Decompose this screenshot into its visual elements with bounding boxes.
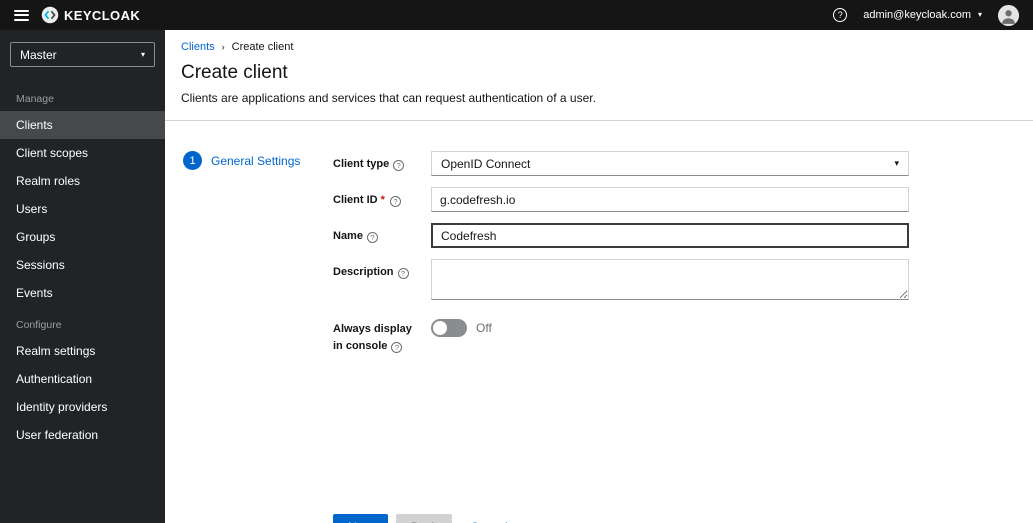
required-indicator: *: [380, 194, 385, 206]
always-display-toggle-wrap: Off: [431, 316, 909, 337]
sidebar-nav: Master ▾ Manage Clients Client scopes Re…: [0, 30, 165, 523]
sidebar-item-clients[interactable]: Clients: [0, 111, 165, 139]
create-client-form: Client type? OpenID Connect ▾ Client ID *…: [333, 151, 909, 523]
keycloak-logo-icon: [41, 6, 59, 24]
sidebar-item-client-scopes[interactable]: Client scopes: [0, 139, 165, 167]
sidebar-item-realm-settings[interactable]: Realm settings: [0, 337, 165, 365]
description-label: Description?: [333, 259, 431, 305]
client-id-input[interactable]: [431, 187, 909, 212]
question-circle-icon[interactable]: ?: [366, 232, 378, 244]
keycloak-admin-console: KEYCLOAK ? admin@keycloak.com ▾ Master ▾…: [0, 0, 1033, 523]
realm-selector[interactable]: Master ▾: [10, 42, 155, 67]
breadcrumb-current: Create client: [231, 41, 294, 53]
page-header: Clients › Create client Create client Cl…: [165, 30, 1033, 121]
user-avatar-icon[interactable]: [998, 4, 1019, 26]
question-circle-icon[interactable]: ?: [393, 160, 405, 172]
wizard-actions: Next Back Cancel: [333, 514, 909, 523]
keycloak-brand[interactable]: KEYCLOAK: [41, 6, 140, 24]
name-row: Name?: [333, 223, 909, 248]
back-button[interactable]: Back: [395, 514, 453, 523]
step-number-badge: 1: [183, 151, 202, 170]
client-id-row: Client ID *?: [333, 187, 909, 212]
always-display-label: Always display in console?: [333, 323, 412, 353]
sidebar-item-events[interactable]: Events: [0, 279, 165, 307]
caret-down-icon: ▾: [140, 49, 145, 59]
help-icon[interactable]: ?: [833, 8, 848, 22]
sidebar-item-user-federation[interactable]: User federation: [0, 421, 165, 449]
always-display-toggle[interactable]: [431, 319, 467, 337]
step-label: General Settings: [211, 153, 301, 168]
user-email: admin@keycloak.com: [863, 9, 971, 21]
client-id-label: Client ID *?: [333, 187, 431, 212]
realm-selector-value: Master: [20, 47, 57, 62]
page-title: Create client: [181, 62, 288, 83]
hamburger-menu-icon[interactable]: [14, 9, 29, 21]
sidebar-item-sessions[interactable]: Sessions: [0, 251, 165, 279]
question-circle-icon[interactable]: ?: [397, 268, 409, 280]
question-circle-icon[interactable]: ?: [389, 196, 401, 208]
header-toolbar: ? admin@keycloak.com ▾: [833, 4, 1019, 26]
sidebar-item-identity-providers[interactable]: Identity providers: [0, 393, 165, 421]
caret-down-icon: ▾: [894, 158, 899, 168]
wizard-content: 1 General Settings Client type? OpenID C…: [165, 121, 1033, 523]
breadcrumb: Clients › Create client: [181, 41, 1017, 53]
sidebar-item-users[interactable]: Users: [0, 195, 165, 223]
description-textarea[interactable]: [431, 259, 909, 300]
page-subtitle: Clients are applications and services th…: [181, 91, 596, 105]
cancel-button[interactable]: Cancel: [466, 514, 511, 523]
next-button[interactable]: Next: [333, 514, 388, 523]
sidebar-item-authentication[interactable]: Authentication: [0, 365, 165, 393]
client-type-select[interactable]: OpenID Connect ▾: [431, 151, 909, 176]
breadcrumb-separator-icon: ›: [221, 42, 225, 52]
description-row: Description?: [333, 259, 909, 305]
nav-group-manage: Manage: [16, 93, 54, 105]
main-content: Clients › Create client Create client Cl…: [165, 30, 1033, 523]
brand-wordmark: KEYCLOAK: [64, 7, 141, 23]
always-display-row: Always display in console? Off: [333, 316, 909, 354]
sidebar-item-groups[interactable]: Groups: [0, 223, 165, 251]
breadcrumb-link-clients[interactable]: Clients: [181, 41, 215, 53]
client-type-selected-value: OpenID Connect: [441, 156, 531, 171]
wizard-steps: 1 General Settings: [165, 151, 333, 523]
client-type-label: Client type?: [333, 151, 431, 176]
question-circle-icon[interactable]: ?: [391, 341, 403, 353]
name-label: Name?: [333, 223, 431, 248]
caret-down-icon: ▾: [977, 10, 982, 19]
name-input[interactable]: [431, 223, 909, 248]
toggle-state-label: Off: [476, 321, 492, 335]
masthead: KEYCLOAK ? admin@keycloak.com ▾: [0, 0, 1033, 30]
wizard-step-general-settings[interactable]: 1 General Settings: [183, 151, 333, 170]
user-dropdown[interactable]: admin@keycloak.com ▾: [863, 9, 982, 21]
nav-group-configure: Configure: [16, 319, 62, 331]
client-type-row: Client type? OpenID Connect ▾: [333, 151, 909, 176]
sidebar-item-realm-roles[interactable]: Realm roles: [0, 167, 165, 195]
